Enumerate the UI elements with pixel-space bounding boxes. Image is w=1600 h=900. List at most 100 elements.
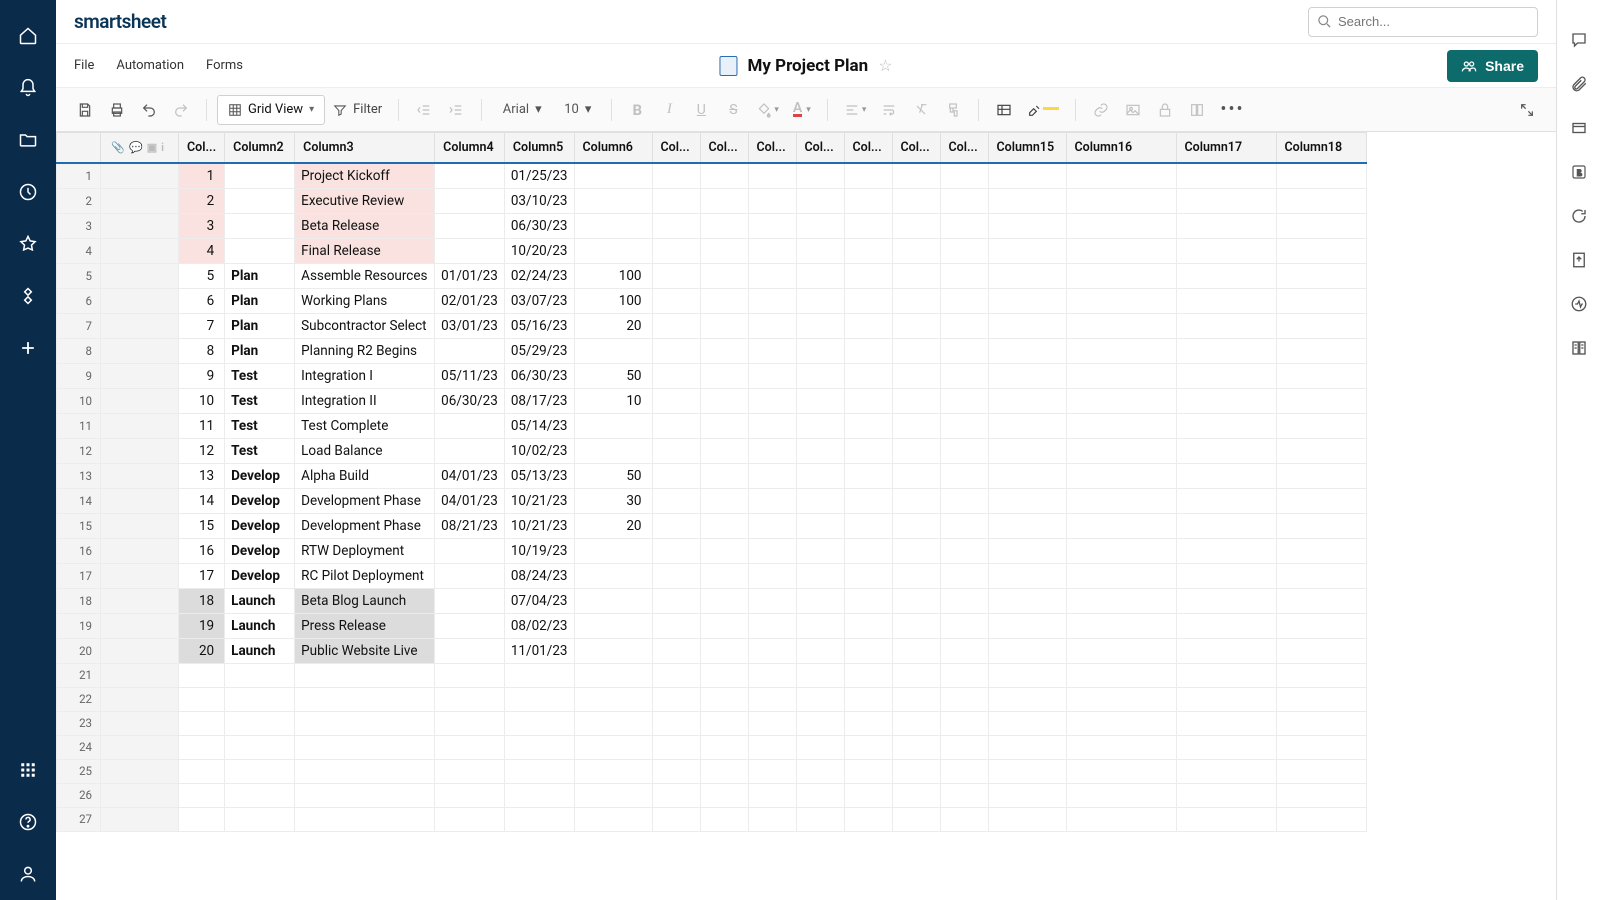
row-number[interactable]: 18 [57, 588, 101, 613]
table-row[interactable]: 33Beta Release06/30/23 [57, 213, 1367, 238]
cell[interactable]: 20 [574, 313, 652, 338]
cell[interactable] [940, 759, 988, 783]
cell[interactable] [700, 711, 748, 735]
table-row[interactable]: 11Project Kickoff01/25/23 [57, 163, 1367, 189]
cell[interactable] [1176, 263, 1276, 288]
cell[interactable] [1276, 213, 1366, 238]
cell[interactable] [1066, 188, 1176, 213]
cell[interactable]: 10 [179, 388, 225, 413]
cell[interactable]: Alpha Build [295, 463, 435, 488]
cell[interactable] [1066, 735, 1176, 759]
row-meta[interactable] [101, 735, 179, 759]
cell[interactable] [1276, 563, 1366, 588]
expand-icon[interactable] [1512, 95, 1542, 125]
row-meta[interactable] [101, 463, 179, 488]
cell[interactable] [1066, 213, 1176, 238]
cell[interactable] [988, 759, 1066, 783]
cell[interactable]: 03/07/23 [504, 288, 574, 313]
cell[interactable] [796, 613, 844, 638]
cell[interactable] [892, 759, 940, 783]
cell[interactable] [652, 463, 700, 488]
browse-icon[interactable] [10, 122, 46, 158]
cell[interactable] [1276, 488, 1366, 513]
cell[interactable] [892, 735, 940, 759]
cell[interactable] [940, 188, 988, 213]
cell[interactable] [295, 687, 435, 711]
cell[interactable] [940, 238, 988, 263]
cell[interactable] [700, 663, 748, 687]
cell[interactable] [892, 783, 940, 807]
cell[interactable] [844, 488, 892, 513]
cell[interactable]: 10/19/23 [504, 538, 574, 563]
cell[interactable] [652, 413, 700, 438]
align-icon[interactable]: ▾ [838, 95, 873, 125]
cell[interactable] [748, 213, 796, 238]
cell[interactable] [892, 663, 940, 687]
cell[interactable] [892, 188, 940, 213]
row-number[interactable]: 13 [57, 463, 101, 488]
cell[interactable] [1176, 438, 1276, 463]
cell[interactable] [652, 538, 700, 563]
cell[interactable] [940, 263, 988, 288]
row-number[interactable]: 16 [57, 538, 101, 563]
cell[interactable] [892, 213, 940, 238]
brandfolder-icon[interactable] [1565, 158, 1593, 186]
cell[interactable] [892, 488, 940, 513]
column-header[interactable]: Col... [844, 133, 892, 163]
cell[interactable] [652, 313, 700, 338]
cell[interactable] [700, 687, 748, 711]
cell[interactable] [700, 338, 748, 363]
cell[interactable] [1066, 807, 1176, 831]
cell[interactable] [1176, 213, 1276, 238]
cell[interactable] [988, 538, 1066, 563]
cell[interactable] [844, 263, 892, 288]
cell[interactable] [892, 588, 940, 613]
cell[interactable] [1276, 438, 1366, 463]
cell[interactable] [179, 783, 225, 807]
cell[interactable] [179, 711, 225, 735]
cell[interactable]: 04/01/23 [435, 488, 505, 513]
cell[interactable] [574, 613, 652, 638]
cell[interactable] [796, 513, 844, 538]
cell[interactable]: 9 [179, 363, 225, 388]
fill-color-icon[interactable]: ▾ [750, 95, 785, 125]
cell[interactable]: 18 [179, 588, 225, 613]
cell[interactable] [844, 238, 892, 263]
cell[interactable] [892, 638, 940, 663]
cell[interactable] [844, 783, 892, 807]
cell[interactable] [700, 735, 748, 759]
cell[interactable]: 5 [179, 263, 225, 288]
image-icon[interactable] [1118, 95, 1148, 125]
row-number[interactable]: 23 [57, 711, 101, 735]
cell[interactable] [652, 588, 700, 613]
cell[interactable] [988, 807, 1066, 831]
cell[interactable]: 11/01/23 [504, 638, 574, 663]
cell[interactable] [1066, 313, 1176, 338]
cell[interactable] [1176, 563, 1276, 588]
cell[interactable] [574, 438, 652, 463]
cell[interactable] [1176, 363, 1276, 388]
column-header[interactable]: Col... [652, 133, 700, 163]
cell[interactable] [1176, 807, 1276, 831]
cell[interactable] [940, 313, 988, 338]
cell[interactable]: 03/10/23 [504, 188, 574, 213]
table-row[interactable]: 22Executive Review03/10/23 [57, 188, 1367, 213]
cell[interactable] [574, 687, 652, 711]
cell[interactable] [700, 783, 748, 807]
cell[interactable] [748, 513, 796, 538]
cell[interactable]: Subcontractor Select [295, 313, 435, 338]
cell[interactable] [748, 288, 796, 313]
cell[interactable] [1176, 613, 1276, 638]
cell[interactable]: 13 [179, 463, 225, 488]
cell[interactable] [892, 313, 940, 338]
cell[interactable] [435, 759, 505, 783]
cell[interactable] [435, 338, 505, 363]
row-number[interactable]: 12 [57, 438, 101, 463]
table-row[interactable]: 1010TestIntegration II06/30/2308/17/2310 [57, 388, 1367, 413]
cell[interactable] [940, 463, 988, 488]
cell[interactable] [179, 687, 225, 711]
cell[interactable] [1066, 388, 1176, 413]
cell[interactable] [295, 735, 435, 759]
cell[interactable] [225, 807, 295, 831]
column-header[interactable]: Column5 [504, 133, 574, 163]
